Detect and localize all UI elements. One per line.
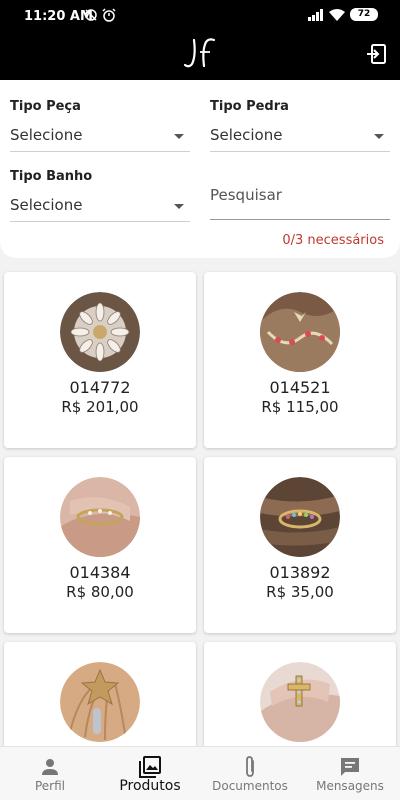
dropdown-caret-icon (174, 204, 184, 209)
product-code: 013892 (269, 563, 331, 582)
sync-off-icon (85, 9, 97, 21)
search-helper-text: 0/3 necessários (282, 233, 384, 248)
tipo-pedra-value: Selecione (210, 126, 283, 144)
tipo-peca-value: Selecione (10, 126, 83, 144)
battery-indicator: 72 (350, 8, 378, 21)
status-time: 11:20 AM (24, 9, 93, 24)
product-price: R$ 201,00 (61, 398, 139, 416)
product-card[interactable]: 014521 R$ 115,00 (204, 272, 396, 448)
search-input[interactable] (210, 180, 390, 210)
product-image (260, 292, 340, 372)
nav-documentos[interactable]: Documentos (200, 747, 300, 800)
product-price: R$ 80,00 (66, 583, 134, 601)
product-card[interactable]: 014384 R$ 80,00 (4, 457, 196, 633)
nav-produtos[interactable]: Produtos (100, 747, 200, 800)
product-card[interactable] (4, 642, 196, 762)
tipo-banho-value: Selecione (10, 196, 83, 214)
status-bar: 11:20 AM 72 (0, 0, 400, 32)
dropdown-caret-icon (174, 134, 184, 139)
tipo-peca-label: Tipo Peça (10, 99, 81, 114)
person-icon (42, 759, 58, 775)
product-card[interactable]: 013892 R$ 35,00 (204, 457, 396, 633)
product-image (60, 662, 140, 742)
product-image (260, 477, 340, 557)
status-notification-icons (84, 8, 116, 22)
bottom-navigation: Perfil Produtos Documentos Mensagens (0, 746, 400, 800)
product-price: R$ 115,00 (261, 398, 339, 416)
tipo-pedra-label: Tipo Pedra (210, 99, 289, 114)
paperclip-icon (246, 756, 254, 777)
app-header: 11:20 AM 72 (0, 0, 400, 80)
brand-logo (183, 38, 216, 68)
tipo-banho-label: Tipo Banho (10, 169, 93, 184)
message-icon (341, 758, 359, 776)
nav-label: Produtos (119, 778, 181, 794)
dropdown-caret-icon (374, 134, 384, 139)
product-image (60, 477, 140, 557)
product-card[interactable] (204, 642, 396, 762)
product-card[interactable]: 014772 R$ 201,00 (4, 272, 196, 448)
filter-panel: Tipo Peça Selecione Tipo Pedra Selecione… (0, 80, 400, 258)
nav-perfil[interactable]: Perfil (0, 747, 100, 800)
product-code: 014384 (69, 563, 131, 582)
product-code: 014772 (69, 378, 131, 397)
nav-label: Documentos (212, 779, 288, 793)
search-field[interactable] (210, 180, 390, 220)
nav-label: Perfil (34, 779, 66, 793)
logout-icon[interactable] (364, 42, 388, 66)
gallery-icon (139, 756, 161, 778)
tipo-banho-select[interactable]: Selecione (10, 192, 190, 222)
alarm-icon (102, 8, 116, 22)
product-code: 014521 (269, 378, 331, 397)
product-image (60, 292, 140, 372)
product-price: R$ 35,00 (266, 583, 334, 601)
nav-label: Mensagens (316, 779, 384, 793)
wifi-icon (329, 8, 345, 21)
tipo-peca-select[interactable]: Selecione (10, 122, 190, 152)
signal-icon (308, 8, 323, 21)
tipo-pedra-select[interactable]: Selecione (210, 122, 390, 152)
nav-mensagens[interactable]: Mensagens (300, 747, 400, 800)
product-image (260, 662, 340, 742)
